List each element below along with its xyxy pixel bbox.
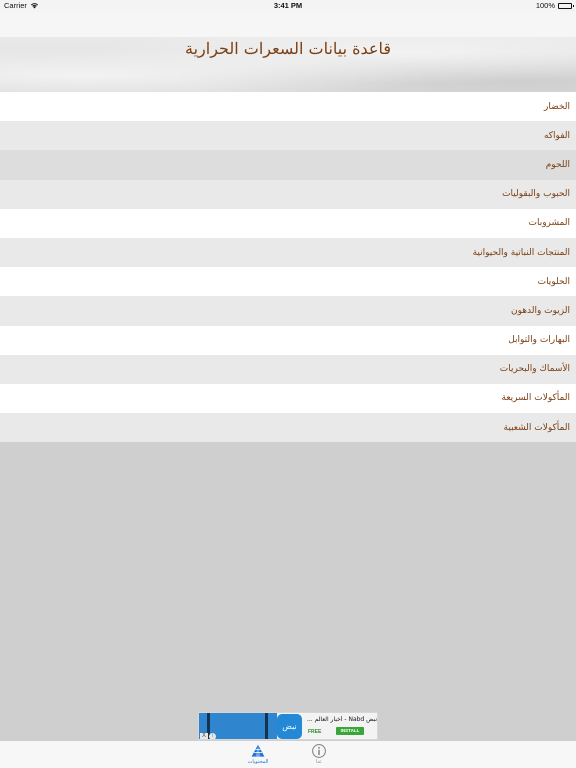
category-list: الخضار الفواكه اللحوم الحبوب والبقوليات … xyxy=(0,92,576,443)
ad-info-icon[interactable]: i xyxy=(209,733,216,739)
ad-banner[interactable]: X i نبض نبض Nabd - أخبار العالم ... FREE… xyxy=(198,712,378,740)
pyramid-icon xyxy=(251,744,265,757)
category-label: الحلويات xyxy=(537,276,570,287)
category-item-fast-food[interactable]: المأكولات السريعة xyxy=(0,383,576,414)
ad-app-icon[interactable]: نبض xyxy=(277,714,302,739)
info-icon xyxy=(312,744,326,758)
ad-install-button[interactable]: INSTALL xyxy=(336,727,364,735)
tab-label: عنا xyxy=(315,759,322,765)
category-item-sweets[interactable]: الحلويات xyxy=(0,267,576,297)
category-label: المشروبات xyxy=(528,218,570,229)
page-title: قاعدة بيانات السعرات الحرارية xyxy=(185,39,391,58)
status-time: 3:41 PM xyxy=(273,1,303,10)
tab-contents[interactable]: المحتويات xyxy=(238,742,278,768)
category-item-grains-legumes[interactable]: الحبوب والبقوليات xyxy=(0,179,576,209)
category-label: المأكولات السريعة xyxy=(501,393,571,404)
tab-label: المحتويات xyxy=(247,759,269,765)
category-item-vegetables[interactable]: الخضار xyxy=(0,92,576,122)
battery-icon xyxy=(558,2,574,9)
status-bar: Carrier 3:41 PM 100% xyxy=(0,0,576,12)
navigation-bar xyxy=(0,12,576,38)
tab-about[interactable]: عنا xyxy=(299,742,339,768)
category-item-spices[interactable]: البهارات والتوابل xyxy=(0,325,576,355)
category-label: المأكولات الشعبية xyxy=(503,422,570,433)
category-label: الفواكه xyxy=(543,130,570,141)
category-item-seafood[interactable]: الأسماك والبحريات xyxy=(0,354,576,384)
category-item-plant-animal-products[interactable]: المنتجات النباتية والحيوانية xyxy=(0,237,576,268)
category-label: الأسماك والبحريات xyxy=(499,364,570,375)
category-item-fruits[interactable]: الفواكه xyxy=(0,121,576,151)
ad-title: نبض Nabd - أخبار العالم ... xyxy=(306,716,377,723)
header-banner: قاعدة بيانات السعرات الحرارية xyxy=(0,37,576,92)
ad-thumbnail[interactable]: X i xyxy=(199,713,277,739)
category-label: المنتجات النباتية والحيوانية xyxy=(472,247,570,258)
category-label: البهارات والتوابل xyxy=(508,335,570,346)
category-label: الزيوت والدهون xyxy=(510,305,570,316)
battery-percent: 100% xyxy=(535,1,555,10)
status-right: 100% xyxy=(535,1,574,10)
category-label: الخضار xyxy=(544,101,570,112)
ad-close-icon[interactable]: X xyxy=(200,733,208,739)
category-item-drinks[interactable]: المشروبات xyxy=(0,208,576,238)
category-item-traditional-food[interactable]: المأكولات الشعبية xyxy=(0,413,576,443)
category-item-oils-fats[interactable]: الزيوت والدهون xyxy=(0,296,576,326)
category-item-meat[interactable]: اللحوم xyxy=(0,150,576,180)
category-label: الحبوب والبقوليات xyxy=(502,189,570,200)
tab-bar: المحتويات عنا xyxy=(0,740,576,768)
ad-price: FREE xyxy=(308,729,322,735)
category-label: اللحوم xyxy=(545,159,570,170)
